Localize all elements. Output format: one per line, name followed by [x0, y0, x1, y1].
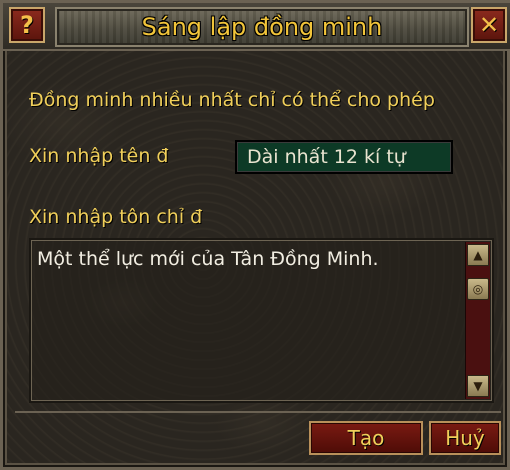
dialog-title: Sáng lập đồng minh [141, 13, 383, 41]
title-bar[interactable]: ? Sáng lập đồng minh ✕ [3, 3, 510, 51]
alliance-name-input[interactable]: Dài nhất 12 kí tự [235, 140, 453, 174]
close-icon[interactable]: ✕ [471, 7, 507, 43]
scroll-down-icon[interactable]: ▼ [467, 375, 489, 397]
motto-textarea[interactable]: Một thể lực mới của Tân Đồng Minh. ▲ ◎ ▼ [29, 238, 494, 403]
name-label: Xin nhập tên đ [29, 145, 169, 167]
motto-label: Xin nhập tôn chỉ đ [29, 206, 203, 228]
cancel-button[interactable]: Huỷ [429, 421, 501, 455]
create-alliance-dialog: ? Sáng lập đồng minh ✕ Đồng minh nhiều n… [0, 0, 510, 470]
info-text: Đồng minh nhiều nhất chỉ có thể cho phép [29, 89, 435, 111]
title-plate: Sáng lập đồng minh [55, 7, 469, 47]
motto-text: Một thể lực mới của Tân Đồng Minh. [37, 248, 379, 270]
motto-scrollbar[interactable]: ▲ ◎ ▼ [465, 242, 490, 399]
help-icon[interactable]: ? [9, 7, 45, 43]
scroll-thumb-icon[interactable]: ◎ [467, 278, 489, 300]
scroll-up-icon[interactable]: ▲ [467, 244, 489, 266]
create-button[interactable]: Tạo [309, 421, 423, 455]
